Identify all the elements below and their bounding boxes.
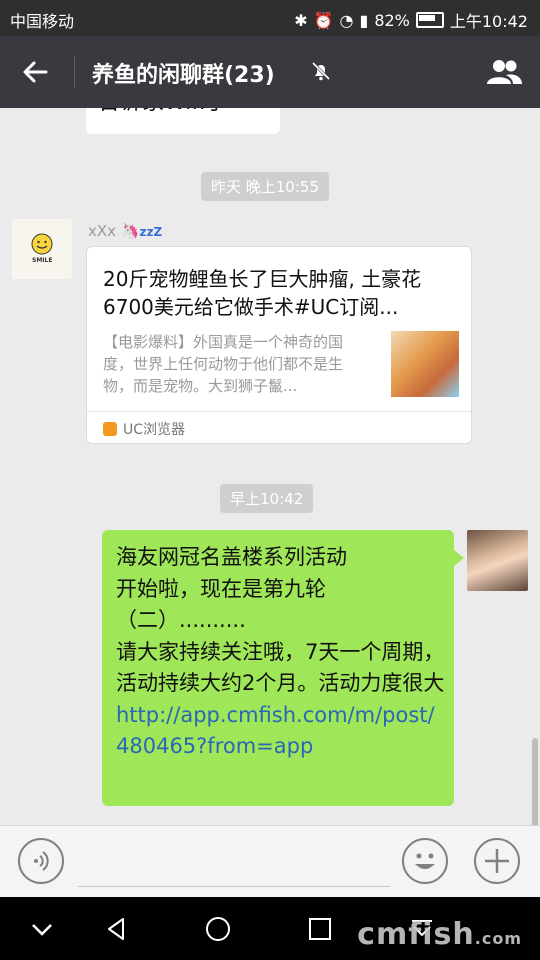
plus-icon (485, 849, 509, 873)
voice-input-button[interactable] (18, 838, 64, 884)
article-thumbnail (391, 331, 459, 397)
avatar[interactable]: SMILE (12, 219, 72, 279)
article-title: 20斤宠物鲤鱼长了巨大肿瘤, 土豪花6700美元给它做手术#UC订阅... (103, 267, 422, 319)
bell-muted-icon (311, 61, 331, 81)
site-watermark: cmfish.com (357, 917, 522, 952)
my-message-bubble[interactable]: 海友网冠名盖楼系列活动 开始啦，现在是第九轮 （二）.......... 请大家… (102, 530, 454, 806)
my-message-text: 海友网冠名盖楼系列活动 开始啦，现在是第九轮 （二）.......... 请大家… (116, 542, 446, 763)
source-label: UC浏览器 (123, 422, 186, 438)
my-avatar[interactable] (467, 530, 528, 591)
chat-messages[interactable]: 告诉家Wifi了 昨天 晚上10:55 SMILE xXx 🦄zzZ 20斤宠物… (0, 108, 540, 825)
message-body: 海友网冠名盖楼系列活动 开始啦，现在是第九轮 （二）.......... 请大家… (116, 545, 445, 695)
smile-face-icon (31, 233, 53, 255)
chat-scrollbar[interactable] (532, 738, 538, 825)
back-arrow-icon[interactable] (18, 54, 54, 90)
sleep-z-icon: zzZ (139, 225, 163, 239)
chat-header: 养鱼的闲聊群(23) (0, 36, 540, 108)
shared-article-card[interactable]: 20斤宠物鲤鱼长了巨大肿瘤, 土豪花6700美元给它做手术#UC订阅... 【电… (86, 246, 472, 444)
nav-back-icon[interactable] (100, 913, 132, 945)
partial-message-bubble[interactable]: 告诉家Wifi了 (86, 108, 280, 134)
timestamp: 昨天 晚上10:55 (201, 172, 329, 201)
signal-icon: ▮ (359, 10, 369, 30)
hide-keyboard-icon[interactable] (26, 913, 58, 945)
bluetooth-icon: ✱ (294, 10, 308, 30)
emoji-icon (415, 853, 435, 869)
nav-home-icon[interactable] (202, 913, 234, 945)
nav-recents-icon[interactable] (304, 913, 336, 945)
watermark-suffix: .com (474, 929, 522, 948)
card-divider (87, 411, 471, 412)
avatar-text: SMILE (32, 257, 53, 264)
carrier-name: 中国移动 (10, 12, 75, 31)
sender-name: xXx (88, 222, 117, 240)
message-input[interactable] (78, 838, 390, 887)
article-source: UC浏览器 (103, 419, 185, 439)
bubble-tail (454, 550, 464, 566)
more-actions-button[interactable] (474, 838, 520, 884)
sender-nickname: xXx 🦄zzZ (88, 222, 162, 240)
partial-message-text: 告诉家Wifi了 (98, 108, 227, 116)
group-members-icon[interactable] (484, 56, 524, 88)
battery-icon (415, 12, 444, 28)
uc-browser-icon (103, 422, 117, 436)
system-nav-bar: cmfish.com (0, 897, 540, 960)
status-bar: 中国移动 ✱ ⏰ ◔ ▮ 82% 上午10:42 (0, 0, 540, 36)
chat-title: 养鱼的闲聊群(23) (92, 63, 275, 88)
voice-input-icon (34, 851, 49, 871)
emoji-button[interactable] (402, 838, 448, 884)
article-description: 【电影爆料】外国真是一个神奇的国度，世界上任何动物于他们都不是生物，而是宠物。大… (103, 333, 344, 395)
input-bar (0, 825, 540, 897)
wifi-icon: ◔ (339, 10, 354, 30)
timestamp: 早上10:42 (220, 484, 314, 513)
message-link[interactable]: http://app.cmfish.com/m/post/480465?from… (116, 703, 435, 759)
watermark-text: cmfish (357, 917, 475, 952)
alarm-icon: ⏰ (313, 10, 334, 30)
unicorn-emoji-icon: 🦄 (120, 222, 140, 240)
battery-percent: 82% (374, 10, 410, 30)
header-divider (74, 56, 75, 88)
clock: 上午10:42 (449, 12, 528, 31)
